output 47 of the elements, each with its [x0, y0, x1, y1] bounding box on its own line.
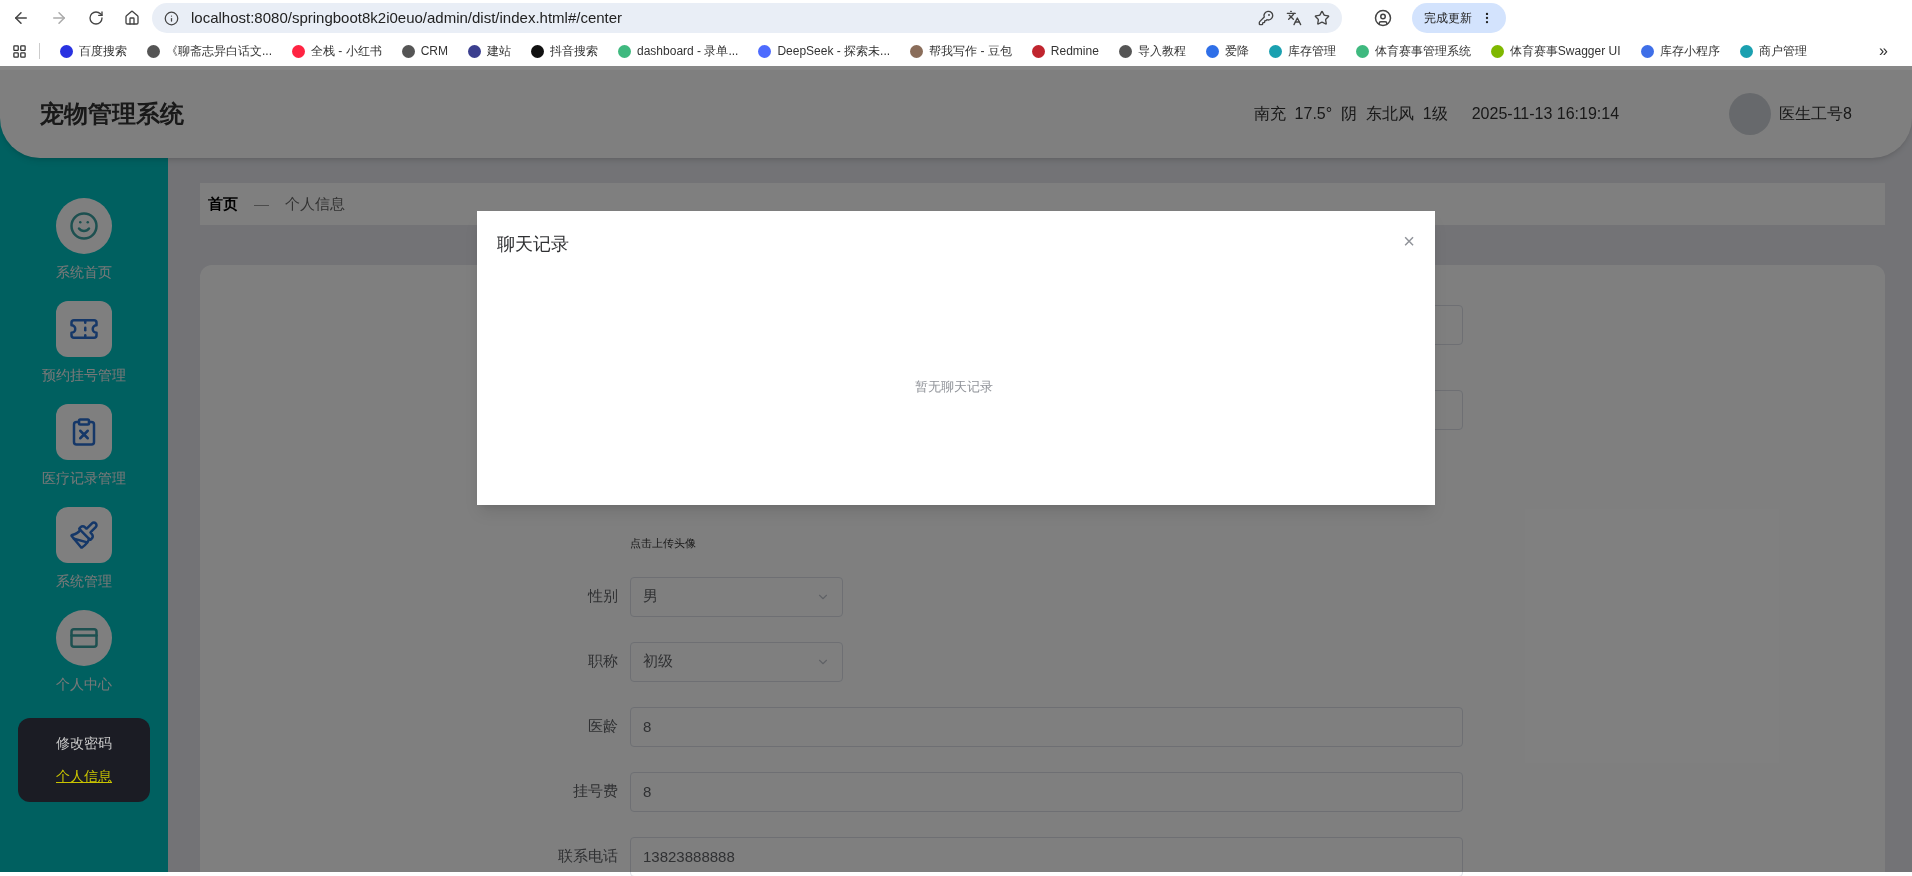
bookmark-link[interactable]: 库存小程序	[1659, 42, 1720, 60]
upload-hint: 点击上传头像	[630, 536, 696, 551]
address-bar[interactable]: localhost:8080/springboot8k2i0euo/admin/dist/index.html#/center	[152, 3, 1342, 33]
home-icon[interactable]	[124, 10, 140, 26]
bookmark-link[interactable]: 帮我写作 - 豆包	[929, 42, 1012, 60]
bookmark-link[interactable]: 全栈 - 小红书	[311, 42, 382, 60]
field-label: 联系电话	[557, 846, 619, 867]
app-title: 宠物管理系统	[40, 99, 184, 129]
breadcrumb-separator: —	[254, 193, 269, 214]
more-bookmarks[interactable]: »	[1879, 39, 1900, 63]
bookmark-link[interactable]: 《聊斋志异白话文...	[166, 42, 272, 60]
user-name: 医生工号8	[1779, 104, 1852, 124]
bookmark-link[interactable]: DeepSeek - 探索未...	[777, 42, 891, 60]
bookmark-link[interactable]: CRM	[420, 42, 448, 60]
empty-message: 暂无聊天记录	[915, 377, 993, 396]
bookmark-link[interactable]: 库存管理	[1287, 42, 1336, 60]
bookmark-link[interactable]: 商户管理	[1758, 42, 1807, 60]
bookmark-link[interactable]: Redmine	[1050, 42, 1099, 60]
bookmark-link[interactable]: 体育赛事Swagger UI	[1509, 42, 1621, 60]
star-icon[interactable]	[1314, 10, 1330, 26]
brush-icon	[69, 520, 99, 550]
field-label: 职称	[587, 651, 619, 672]
field-label: 性别	[586, 586, 619, 607]
submenu-item[interactable]: 修改密码	[56, 733, 112, 754]
back-icon[interactable]	[12, 9, 30, 27]
bookmark-link[interactable]: 爱降	[1224, 42, 1249, 60]
apps-icon[interactable]	[12, 43, 27, 59]
breadcrumb-current: 个人信息	[285, 193, 345, 214]
bookmark-link[interactable]: 体育赛事管理系统	[1374, 42, 1471, 60]
field-label: 医龄	[587, 716, 619, 737]
key-icon[interactable]	[1258, 10, 1274, 26]
bookmark-link[interactable]: 百度搜索	[79, 42, 127, 60]
profile-icon[interactable]	[1374, 9, 1392, 27]
bookmark-link[interactable]: 抖音搜索	[550, 42, 598, 60]
bookmark-link[interactable]: 建站	[487, 42, 511, 60]
update-button[interactable]: 完成更新	[1412, 3, 1506, 33]
translate-icon[interactable]	[1286, 10, 1302, 26]
field-label: 挂号费	[572, 781, 619, 802]
submenu-item[interactable]: 个人信息	[56, 766, 112, 787]
bookmark-link[interactable]: 导入教程	[1137, 42, 1186, 60]
reload-icon[interactable]	[88, 10, 104, 26]
dialog-title: 聊天记录	[497, 233, 569, 256]
info-icon	[164, 10, 179, 26]
datetime-text: 2025-11-13 16:19:14	[1471, 104, 1620, 124]
breadcrumb-link[interactable]: 首页	[208, 192, 238, 216]
bookmark-link[interactable]: dashboard - 录单...	[637, 42, 739, 60]
weather-text: 南充 17.5° 阴 东北风 1级	[1253, 104, 1448, 124]
